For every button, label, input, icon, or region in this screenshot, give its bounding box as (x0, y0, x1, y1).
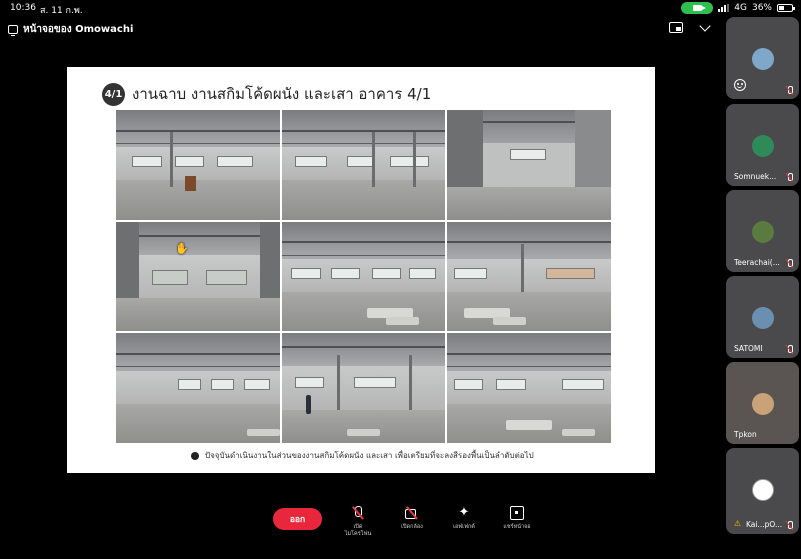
camera-in-use-indicator[interactable] (681, 2, 714, 14)
mic-label: เปิด ไมโครโฟน (344, 524, 372, 537)
site-photo (281, 221, 446, 332)
slide-caption: ปัจจุบันดำเนินงานในส่วนของงานสกิมโค้ดผนั… (191, 449, 534, 462)
screen-share-header: หน้าจอของ Omowachi (8, 22, 133, 37)
site-photo (281, 110, 446, 220)
site-photo (447, 333, 611, 443)
avatar (752, 479, 774, 501)
participant-tile[interactable]: Tpkon (726, 362, 799, 444)
video-button[interactable]: เปิดกล้อง (392, 506, 432, 542)
video-off-icon (405, 506, 419, 520)
screen-share-icon (8, 25, 18, 36)
mic-off-icon (351, 506, 365, 520)
avatar (752, 135, 774, 157)
site-photo (116, 221, 280, 332)
status-time: 10:36 (10, 3, 36, 13)
mic-muted-icon (786, 345, 793, 353)
video-label: เปิดกล้อง (401, 524, 423, 530)
participant-tile[interactable]: Teerachai(... (726, 190, 799, 272)
status-bar: 10:36 ส. 11 ก.พ. 4G 36% (0, 0, 801, 16)
status-right: 4G 36% (681, 2, 795, 14)
network-type: 4G (734, 3, 747, 13)
slide-badge: 4/1 (102, 83, 125, 106)
leave-button[interactable]: ออก (273, 508, 322, 530)
sparkle-icon: ✦ (458, 505, 470, 520)
battery-icon (777, 4, 795, 12)
participant-name: Somnuek... (734, 172, 777, 181)
participant-name: SATOMI (734, 344, 763, 353)
participant-name: Kai...pO... (746, 520, 783, 529)
hand-cursor-icon: ✋ (175, 242, 189, 255)
status-date: ส. 11 ก.พ. (40, 6, 83, 16)
participant-tile[interactable]: Somnuek... (726, 104, 799, 186)
participant-tile[interactable]: SATOMI (726, 276, 799, 358)
avatar (752, 393, 774, 415)
shared-slide: 4/1 งานฉาบ งานสกิมโค้ดผนัง และเสา อาคาร … (67, 67, 655, 473)
screen-share-title: หน้าจอของ Omowachi (23, 24, 134, 35)
picture-in-picture-button[interactable] (669, 22, 683, 33)
site-photo (116, 110, 280, 220)
reaction-smiley-icon[interactable] (734, 79, 746, 91)
warning-icon: ⚠ (734, 519, 742, 528)
avatar (752, 48, 774, 70)
participant-tile[interactable]: ⚠ Kai...pO... (726, 448, 799, 534)
site-photo (447, 221, 611, 332)
participant-name: Teerachai(... (734, 258, 780, 267)
slide-caption-text: ปัจจุบันดำเนินงานในส่วนของงานสกิมโค้ดผนั… (205, 451, 534, 460)
slide-title: งานฉาบ งานสกิมโค้ดผนัง และเสา อาคาร 4/1 (132, 85, 432, 103)
participant-tile[interactable] (726, 17, 799, 99)
camera-icon (692, 5, 706, 11)
bullet-icon (191, 451, 199, 460)
collapse-chevron-button[interactable] (698, 22, 712, 34)
signal-icon (718, 4, 730, 12)
site-photo (447, 110, 611, 220)
mic-muted-icon (786, 173, 793, 181)
site-photo (116, 333, 280, 443)
mic-muted-icon (786, 86, 793, 94)
share-screen-icon (510, 506, 524, 520)
avatar (752, 221, 774, 243)
mic-button[interactable]: เปิด ไมโครโฟน (338, 506, 378, 542)
mic-muted-icon (786, 259, 793, 267)
share-label: แชร์หน้าจอ (503, 524, 531, 530)
share-screen-button[interactable]: แชร์หน้าจอ (497, 506, 537, 542)
battery-percent: 36% (751, 3, 772, 13)
participant-name: Tpkon (734, 430, 757, 439)
site-photo (281, 333, 446, 443)
avatar (752, 307, 774, 329)
mic-muted-icon (786, 521, 793, 529)
effects-label: เอฟเฟกต์ (453, 524, 475, 530)
effects-button[interactable]: ✦ เอฟเฟกต์ (444, 506, 484, 542)
photo-grid (116, 110, 611, 443)
